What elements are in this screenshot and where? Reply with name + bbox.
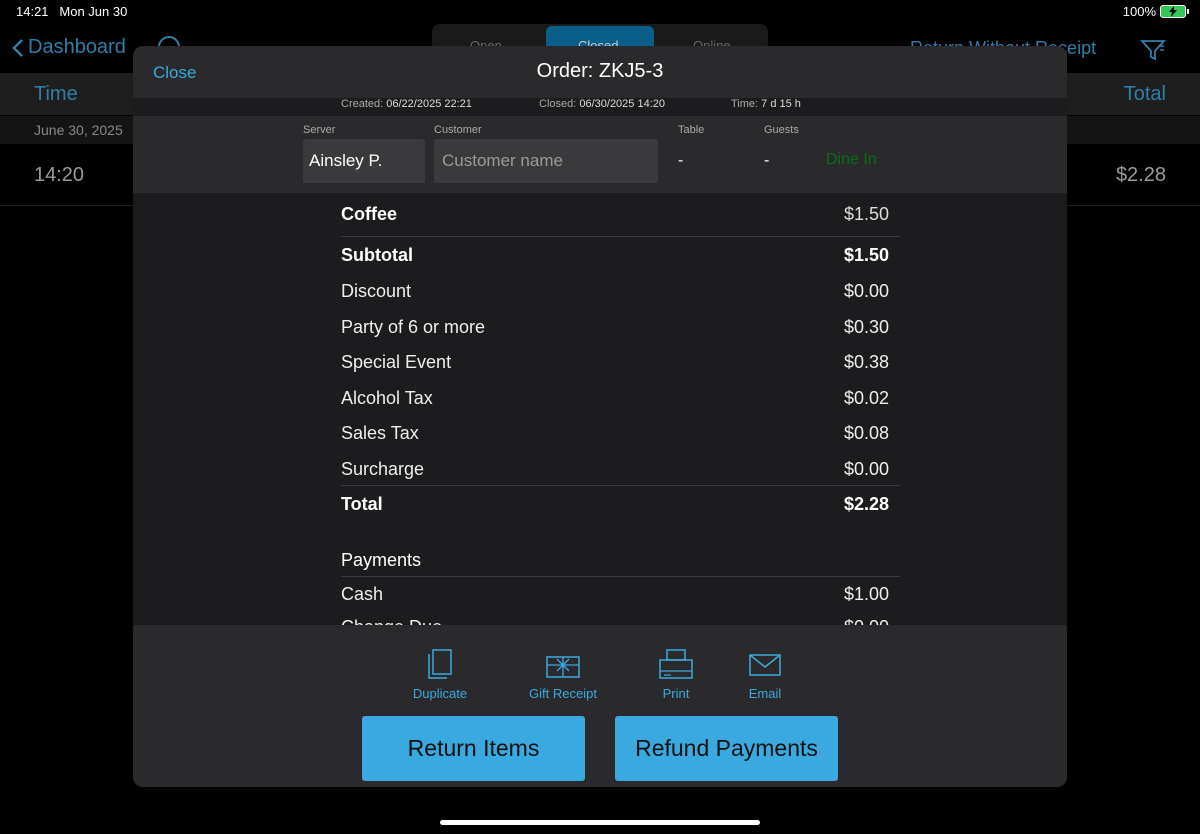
return-items-button[interactable]: Return Items [362, 716, 585, 781]
payment-line: Cash $1.00 [341, 584, 899, 605]
home-indicator[interactable] [440, 820, 760, 825]
filter-icon[interactable] [1139, 38, 1167, 67]
total-label: Total [341, 494, 383, 514]
closed-info: Closed: 06/30/2025 14:20 [539, 98, 665, 110]
total-amount: $2.28 [843, 494, 889, 514]
print-label: Print [662, 686, 690, 701]
chevron-left-icon [12, 38, 23, 57]
battery-icon [1160, 5, 1189, 18]
closed-value: 06/30/2025 14:20 [579, 98, 665, 110]
order-row-time: 14:20 [34, 164, 85, 186]
summary-amount: $0.00 [843, 459, 889, 479]
summary-line: Sales Tax $0.08 [341, 423, 899, 444]
gift-receipt-button[interactable]: Gift Receipt [521, 649, 605, 701]
date-header-label: June 30, 2025 [34, 122, 123, 138]
summary-label: Special Event [341, 352, 452, 372]
order-fields: Server Customer Table Guests Ainsley P. … [133, 116, 1067, 193]
refund-payments-button[interactable]: Refund Payments [615, 716, 838, 781]
created-label: Created: [341, 98, 384, 110]
order-detail-modal: Close Order: ZKJ5-3 Created: 06/22/2025 … [133, 46, 1067, 787]
divider [341, 485, 900, 486]
server-value: Ainsley P. [309, 151, 383, 170]
summary-line: Party of 6 or more $0.30 [341, 317, 899, 338]
receipt-actions: Duplicate Gift Receipt Print Email Retur… [133, 625, 1067, 787]
payment-label: Cash [341, 584, 384, 604]
duration-label: Time: [731, 98, 759, 110]
order-row-total: $2.28 [1115, 164, 1166, 186]
payments-heading: Payments [341, 550, 422, 570]
clock: 14:21 [16, 4, 49, 19]
subtotal-line: Subtotal $1.50 [341, 245, 899, 266]
back-label: Dashboard [28, 36, 126, 58]
payment-amount: $1.00 [843, 584, 889, 604]
guests-value[interactable]: - [764, 152, 769, 170]
status-date: Mon Jun 30 [59, 4, 128, 19]
divider [341, 236, 900, 237]
modal-header: Close Order: ZKJ5-3 [133, 46, 1067, 98]
column-time: Time [34, 83, 78, 105]
item-name: Coffee [341, 204, 398, 224]
battery-percent: 100% [1122, 4, 1156, 19]
server-label: Server [303, 124, 336, 136]
order-type[interactable]: Dine In [826, 151, 877, 169]
order-info-bar: Created: 06/22/2025 22:21 Closed: 06/30/… [133, 98, 1067, 116]
gift-icon [546, 656, 580, 678]
summary-amount: $0.02 [843, 388, 889, 408]
gift-receipt-label: Gift Receipt [529, 686, 597, 701]
summary-amount: $1.50 [843, 245, 889, 265]
created-info: Created: 06/22/2025 22:21 [341, 98, 472, 110]
summary-label: Party of 6 or more [341, 317, 486, 337]
summary-label: Subtotal [341, 245, 413, 265]
guests-label: Guests [764, 124, 799, 136]
printer-icon [659, 649, 693, 679]
status-right: 100% [1122, 4, 1189, 19]
duplicate-label: Duplicate [412, 686, 468, 701]
summary-line: Alcohol Tax $0.02 [341, 388, 899, 409]
table-value[interactable]: - [678, 152, 683, 170]
summary-amount: $0.00 [843, 281, 889, 301]
summary-amount: $0.38 [843, 352, 889, 372]
divider [341, 576, 900, 577]
summary-label: Discount [341, 281, 412, 301]
payment-label: Change Due [341, 617, 442, 625]
duplicate-icon [428, 649, 452, 679]
summary-label: Sales Tax [341, 423, 419, 443]
item-price: $1.50 [843, 204, 889, 224]
created-value: 06/22/2025 22:21 [386, 98, 472, 110]
back-button[interactable]: Dashboard [12, 36, 126, 59]
summary-line: Surcharge $0.00 [341, 459, 899, 480]
duplicate-button[interactable]: Duplicate [403, 649, 477, 701]
email-label: Email [748, 686, 782, 701]
payment-amount: $0.00 [844, 617, 889, 625]
customer-label: Customer [434, 124, 482, 136]
summary-label: Surcharge [341, 459, 425, 479]
summary-amount: $0.08 [843, 423, 889, 443]
summary-label: Alcohol Tax [341, 388, 433, 408]
summary-amount: $0.30 [843, 317, 889, 337]
print-button[interactable]: Print [654, 649, 698, 701]
customer-name-input[interactable] [434, 139, 658, 183]
status-time: 14:21 Mon Jun 30 [16, 4, 127, 19]
duration-value: 7 d 15 h [761, 98, 801, 110]
envelope-icon [749, 654, 781, 676]
summary-line: Discount $0.00 [341, 281, 899, 302]
summary-line: Special Event $0.38 [341, 352, 899, 373]
total-line: Total $2.28 [341, 494, 899, 515]
email-button[interactable]: Email [743, 649, 787, 701]
column-total: Total [1123, 83, 1166, 105]
closed-label: Closed: [539, 98, 577, 110]
table-label: Table [678, 124, 705, 136]
payment-line: Change Due $0.00 [341, 617, 899, 625]
duration-info: Time: 7 d 15 h [731, 98, 801, 110]
modal-title: Order: ZKJ5-3 [536, 60, 664, 82]
server-selector[interactable]: Ainsley P. [303, 139, 425, 183]
receipt-scroll-area[interactable]: Coffee $1.50 Subtotal $1.50 Discount $0.… [133, 193, 1067, 625]
item-line: Coffee $1.50 [341, 204, 899, 225]
